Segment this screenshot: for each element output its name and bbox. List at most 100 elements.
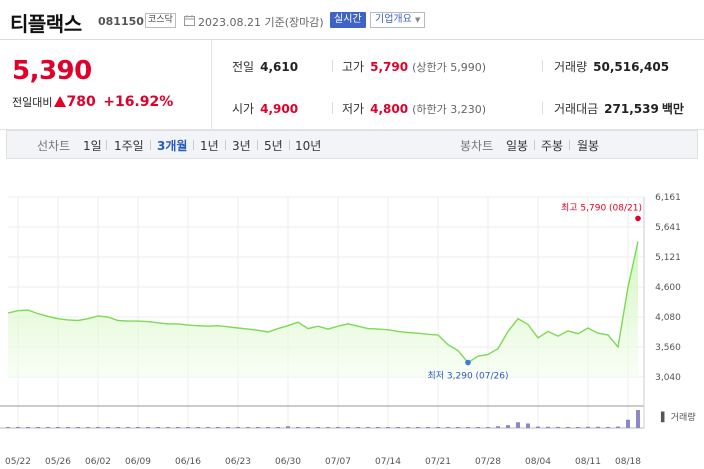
price-area (8, 241, 638, 377)
tab-1d[interactable]: 1일 (83, 137, 102, 154)
price-chart: 6,161 5,641 5,121 4,600 4,080 3,560 3,040 ▌ 거래량… (0, 180, 704, 469)
realtime-button[interactable]: 실시간 (330, 12, 366, 28)
change-percent: +16.92% (103, 94, 174, 110)
high-annotation: 최고 5,790 (08/21) (561, 202, 642, 213)
x-tick-label: 05/22 (5, 457, 31, 467)
amount-unit: 백만 (661, 102, 684, 116)
y-tick-label: 5,121 (655, 253, 681, 263)
volume-bar (506, 425, 510, 428)
stats-grid: 전일 4,610 고가 5,790 (상한가 5,990) 거래량 50,516,405… (212, 40, 704, 130)
volume-bar (626, 419, 630, 428)
volume-label: 거래량 (554, 60, 588, 74)
volume-bar (286, 426, 290, 428)
tab-3y[interactable]: 3년 (232, 137, 251, 154)
volume-bar (26, 427, 30, 428)
volume-bar (156, 427, 160, 428)
volume-bar (486, 427, 490, 428)
volume-bar (596, 426, 600, 428)
change-amount: 780 (66, 94, 96, 110)
volume-bar (616, 426, 620, 428)
x-tick-label: 07/14 (375, 457, 401, 467)
volume-bar (446, 427, 450, 428)
chart-tab-bar: 선차트 1일 1주일 3개월 1년 3년 5년 10년 봉차트 일봉 주봉 월봉 (6, 130, 698, 159)
price-chart-svg: 6,161 5,641 5,121 4,600 4,080 3,560 3,040 ▌ 거래량… (0, 193, 696, 467)
tab-1w[interactable]: 1주일 (114, 137, 144, 154)
divider (332, 102, 333, 114)
amount-label: 거래대금 (554, 102, 599, 116)
divider (193, 140, 194, 150)
volume-bar (386, 427, 390, 428)
volume-bar (576, 427, 580, 428)
volume-bar (266, 427, 270, 428)
volume-bar (36, 427, 40, 428)
volume-bar (146, 427, 150, 428)
low-price: 저가 4,800 (하한가 3,230) (342, 100, 486, 117)
divider (106, 140, 107, 150)
x-tick-label: 07/07 (325, 457, 351, 467)
tab-monthly[interactable]: 월봉 (577, 137, 599, 154)
volume-bar (316, 427, 320, 428)
price-summary: 5,390 전일대비 780 +16.92% 전일 4,610 고가 5,790 (상한… (0, 40, 704, 130)
x-tick-label: 06/02 (85, 457, 111, 467)
volume-bar (196, 427, 200, 428)
company-overview-button[interactable]: 기업개요 ▼ (370, 12, 426, 28)
x-tick-label: 07/21 (425, 457, 451, 467)
volume-bar (166, 427, 170, 428)
volume-bar (636, 410, 640, 428)
volume-bar (426, 427, 430, 428)
volume-bar (586, 426, 590, 428)
tab-line-chart[interactable]: 선차트 (37, 137, 70, 154)
x-tick-label: 08/11 (575, 457, 601, 467)
tab-5y[interactable]: 5년 (264, 137, 283, 154)
tab-3m[interactable]: 3개월 (157, 137, 187, 154)
tab-10y[interactable]: 10년 (295, 137, 321, 154)
volume-bars (6, 410, 640, 428)
volume-bar (136, 427, 140, 428)
volume-bar (496, 426, 500, 428)
market-badge: 코스닥 (145, 13, 176, 28)
tab-1y[interactable]: 1년 (200, 137, 219, 154)
volume-bar (76, 427, 80, 428)
y-tick-label: 6,161 (655, 193, 681, 203)
low-label: 저가 (342, 102, 365, 116)
y-tick-label: 3,560 (655, 343, 681, 353)
tab-daily[interactable]: 일봉 (506, 137, 528, 154)
stock-name: 티플랙스 (10, 12, 82, 36)
tab-weekly[interactable]: 주봉 (541, 137, 563, 154)
stock-code: 081150 (98, 15, 144, 28)
x-tick-label: 08/18 (615, 457, 641, 467)
volume-bar (336, 427, 340, 428)
y-tick-label: 4,080 (655, 313, 681, 323)
prev-close-label: 전일 (232, 60, 255, 74)
change-label: 전일대비 (12, 96, 53, 109)
amount-value: 271,539 (604, 102, 659, 116)
x-tick-label: 06/09 (125, 457, 151, 467)
volume-axis-label: ▌ 거래량 (660, 411, 696, 423)
volume-bar (186, 427, 190, 428)
volume-bar (16, 427, 20, 428)
volume-bar (356, 427, 360, 428)
volume-bar (276, 427, 280, 428)
volume-bar (476, 427, 480, 428)
chevron-down-icon: ▼ (415, 16, 421, 24)
calendar-icon (184, 15, 195, 26)
high-label: 고가 (342, 60, 365, 74)
x-tick-label: 06/23 (225, 457, 251, 467)
volume-bar (236, 427, 240, 428)
high-value: 5,790 (370, 60, 409, 74)
volume-bar (296, 427, 300, 428)
volume-bar (116, 427, 120, 428)
tab-candle-chart[interactable]: 봉차트 (460, 137, 493, 154)
low-annotation: 최저 3,290 (07/26) (427, 371, 508, 382)
divider (289, 140, 290, 150)
volume-bar (516, 422, 520, 428)
open-price: 시가 4,900 (232, 100, 298, 117)
x-tick-label: 07/28 (475, 457, 501, 467)
stock-header: 티플랙스 081150 코스닥 2023.08.21 기준(장마감) 실시간 기… (0, 0, 704, 40)
x-tick-label: 06/30 (275, 457, 301, 467)
lower-limit: (하한가 3,230) (412, 103, 486, 116)
y-axis-labels: 6,161 5,641 5,121 4,600 4,080 3,560 3,040 ▌ 거래량 (655, 193, 696, 423)
x-tick-label: 05/26 (45, 457, 71, 467)
y-tick-label: 3,040 (655, 373, 681, 383)
volume-bar (346, 427, 350, 428)
